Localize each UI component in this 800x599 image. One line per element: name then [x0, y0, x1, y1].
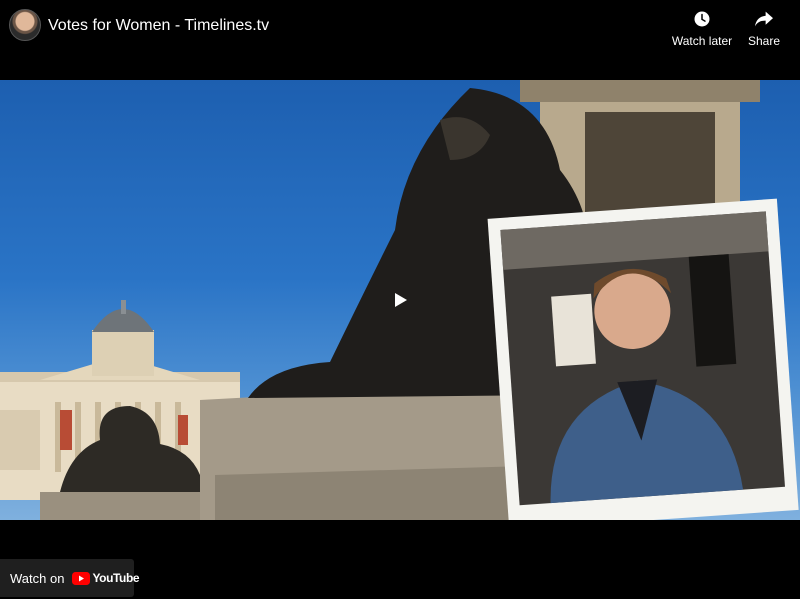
watch-on-label: Watch on — [10, 570, 65, 586]
share-arrow-icon — [755, 11, 773, 27]
watch-later-button[interactable]: Watch later — [670, 10, 734, 48]
play-button[interactable] — [376, 281, 424, 319]
youtube-wordmark: YouTube — [92, 571, 140, 585]
video-title-link[interactable]: Votes for Women - Timelines.tv — [48, 16, 269, 36]
clock-icon — [694, 11, 710, 27]
channel-avatar[interactable] — [9, 9, 41, 41]
youtube-logo: YouTube — [72, 571, 140, 585]
video-thumbnail[interactable] — [0, 80, 800, 520]
youtube-logo-icon — [72, 571, 91, 585]
share-label: Share — [747, 34, 781, 48]
play-icon — [395, 293, 407, 307]
watch-on-youtube-button[interactable]: Watch on YouTube — [0, 559, 140, 597]
watch-later-label: Watch later — [671, 34, 733, 48]
presenter-photo — [487, 198, 799, 520]
share-button[interactable]: Share — [732, 10, 796, 48]
player-header: Votes for Women - Timelines.tv Watch lat… — [0, 0, 800, 80]
